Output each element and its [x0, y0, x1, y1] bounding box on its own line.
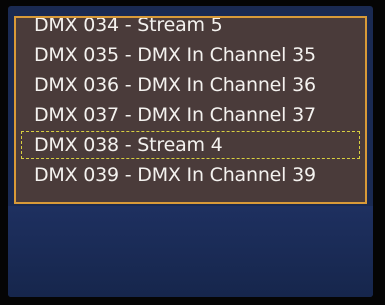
list-item-dmx-036[interactable]: DMX 036 - DMX In Channel 36	[20, 70, 361, 100]
list-item-dmx-035[interactable]: DMX 035 - DMX In Channel 35	[20, 40, 361, 70]
list-item-dmx-039[interactable]: DMX 039 - DMX In Channel 39	[20, 160, 361, 190]
channel-list: DMX 034 - Stream 5 DMX 035 - DMX In Chan…	[16, 18, 365, 190]
list-item-dmx-038-selected[interactable]: DMX 038 - Stream 4	[20, 130, 361, 160]
list-item-dmx-037[interactable]: DMX 037 - DMX In Channel 37	[20, 100, 361, 130]
channel-list-panel: DMX 034 - Stream 5 DMX 035 - DMX In Chan…	[14, 16, 367, 204]
list-item-dmx-034[interactable]: DMX 034 - Stream 5	[20, 18, 361, 40]
device-screen: DMX 034 - Stream 5 DMX 035 - DMX In Chan…	[8, 6, 373, 297]
empty-bottom-area	[8, 206, 373, 297]
